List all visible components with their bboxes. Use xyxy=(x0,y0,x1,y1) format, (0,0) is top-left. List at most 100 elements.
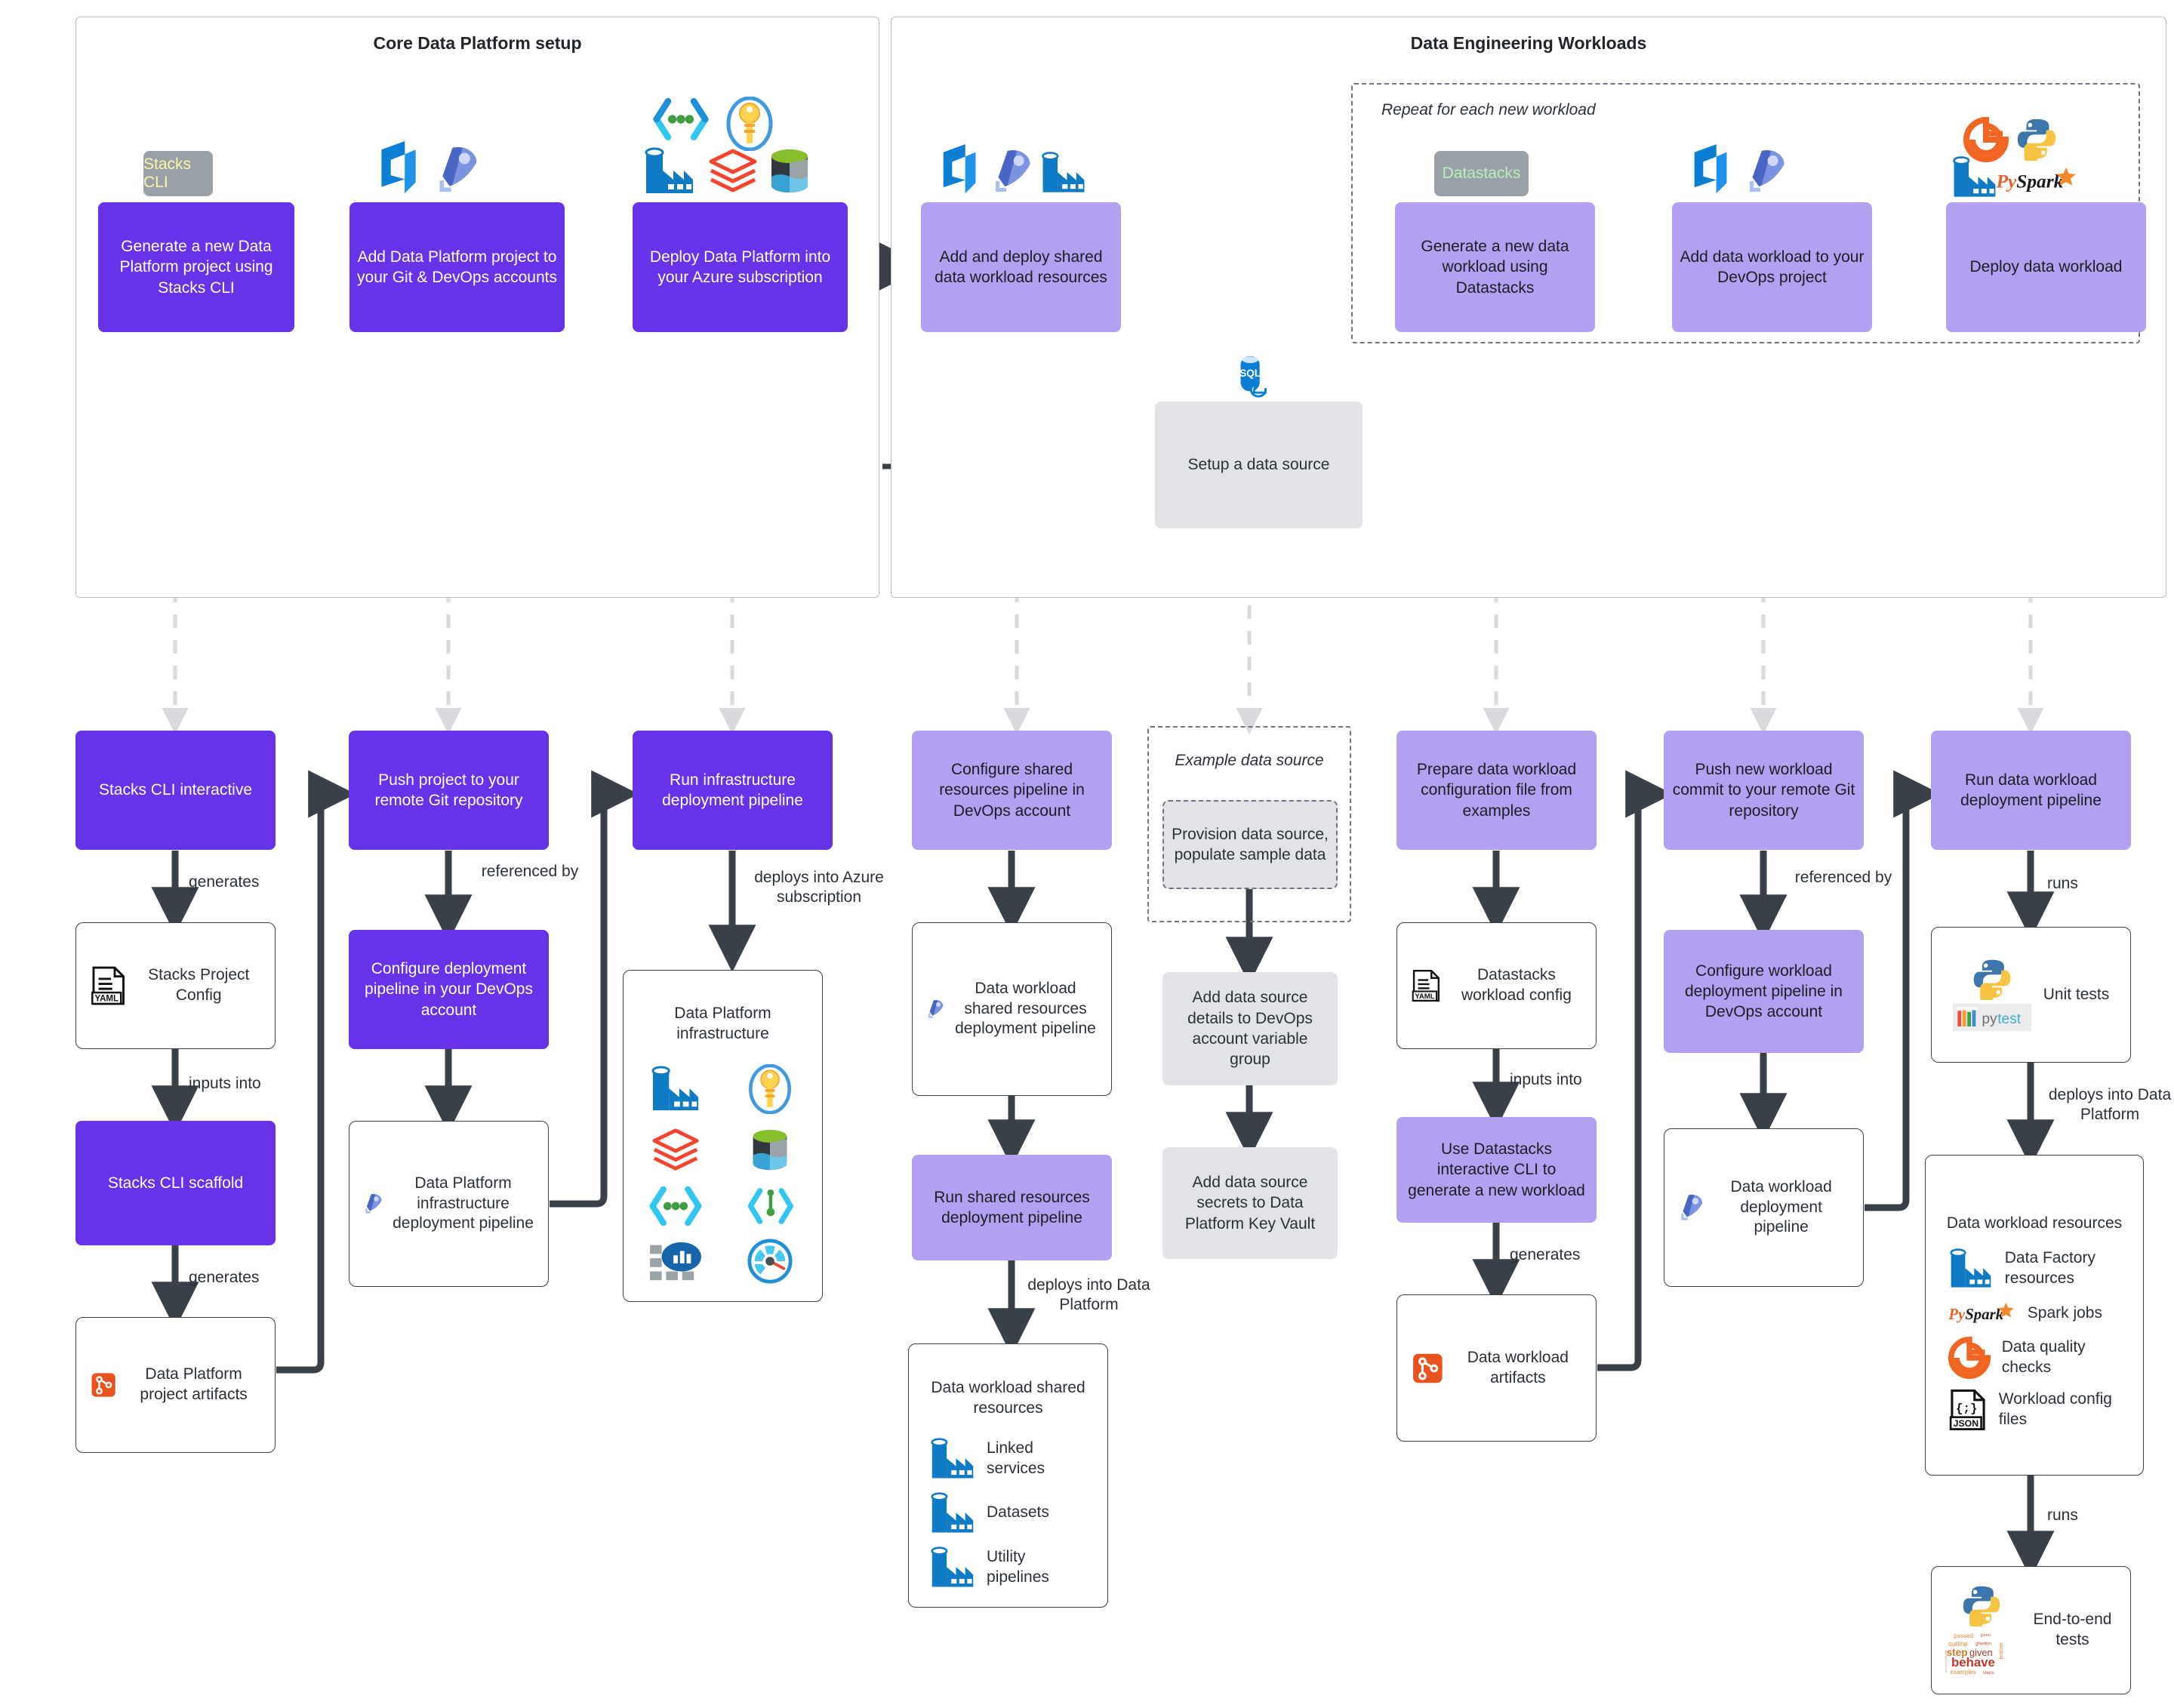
top-step-deploy-platform[interactable]: Deploy Data Platform into your Azure sub… xyxy=(633,202,848,332)
svg-text:SQL: SQL xyxy=(1239,368,1261,379)
synapse-icon xyxy=(649,1186,702,1226)
top-step-add-workload[interactable]: Add data workload to your DevOps project xyxy=(1672,202,1872,332)
icons-above-add-to-git xyxy=(374,136,517,196)
top-step-shared-resources[interactable]: Add and deploy shared data workload reso… xyxy=(921,202,1121,332)
top-step-deploy-workload[interactable]: Deploy data workload xyxy=(1946,202,2146,332)
c2-artifact-label: Data Platform infrastructure deployment … xyxy=(393,1174,534,1233)
c1-step-stacks-cli-scaffold[interactable]: Stacks CLI scaffold xyxy=(75,1121,276,1245)
c4-artifact-shared-pipeline: Data workload shared resources deploymen… xyxy=(912,922,1112,1096)
svg-text:PySpark: PySpark xyxy=(1948,1305,2004,1323)
list-item: Linked services xyxy=(929,1437,1087,1481)
c4-step-run-shared-pipeline[interactable]: Run shared resources deployment pipeline xyxy=(912,1155,1112,1260)
c2-edge-referenced-by: referenced by xyxy=(481,863,579,880)
devops-pipelines-icon xyxy=(996,149,1030,192)
data-factory-icon xyxy=(1953,156,1996,197)
c7-step-configure-workload-pipeline[interactable]: Configure workload deployment pipeline i… xyxy=(1664,930,1864,1053)
c4-step-configure-shared-pipeline[interactable]: Configure shared resources pipeline in D… xyxy=(912,731,1112,850)
svg-text:YAML: YAML xyxy=(1415,992,1434,1001)
c1-step-stacks-cli-interactive[interactable]: Stacks CLI interactive xyxy=(75,731,276,850)
data-factory-icon xyxy=(1950,1248,1991,1288)
workloads-panel-title: Data Engineering Workloads xyxy=(1410,33,1647,53)
c3-artifact-title: Data Platform infrastructure xyxy=(674,1005,771,1042)
c1-edge-generates-1: generates xyxy=(189,873,260,891)
list-item: Data Factory resources xyxy=(1948,1248,2121,1290)
yaml-file-icon: YAML xyxy=(91,966,125,1005)
data-factory-icon xyxy=(931,1492,974,1533)
top-step-generate-workload[interactable]: Generate a new data workload using Datas… xyxy=(1395,202,1595,332)
c1-artifact2-label: Data Platform project artifacts xyxy=(140,1365,248,1403)
pytest-icon: py test xyxy=(1952,1003,2031,1032)
c4-artifact-label: Data workload shared resources deploymen… xyxy=(955,979,1096,1038)
setup-data-source-node[interactable]: Setup a data source xyxy=(1155,402,1363,528)
repeat-workload-label: Repeat for each new workload xyxy=(1381,101,1596,118)
synapse-icon xyxy=(653,98,709,140)
c6-artifact-label: Datastacks workload config xyxy=(1461,966,1572,1004)
c8-artifact-workload-resources: Data workload resources Data Factory res… xyxy=(1925,1155,2144,1476)
list-item: Utility pipelines xyxy=(929,1546,1087,1590)
pyspark-icon: PySpark xyxy=(1948,1302,2014,1323)
devops-artifacts-icon xyxy=(1413,1353,1443,1383)
c8-edge-deploys-platform: deploys into Data Platform xyxy=(2048,1086,2172,1124)
stacks-cli-badge: Stacks CLI xyxy=(143,151,213,196)
list-item: Data quality checks xyxy=(1948,1336,2121,1379)
c7-step-push-workload-commit[interactable]: Push new workload commit to your remote … xyxy=(1664,731,1864,850)
c7-artifact-workload-pipeline: Data workload deployment pipeline xyxy=(1664,1128,1864,1287)
yaml-file-icon: YAML xyxy=(1412,970,1440,1002)
c8-step-run-workload-pipeline[interactable]: Run data workload deployment pipeline xyxy=(1931,731,2131,850)
datastacks-badge: Datastacks xyxy=(1434,151,1529,196)
icons-above-deploy-platform xyxy=(643,97,839,198)
list-item-label: Linked services xyxy=(987,1439,1045,1477)
c2-step-configure-deployment-pipeline[interactable]: Configure deployment pipeline in your De… xyxy=(349,930,549,1049)
devops-pipelines-icon xyxy=(1750,149,1784,192)
c4-edge-deploys-platform: deploys into Data Platform xyxy=(1027,1276,1150,1314)
c1-artifact-stacks-project-config: YAML Stacks Project Config xyxy=(75,922,276,1049)
c6-step-prepare-config[interactable]: Prepare data workload configuration file… xyxy=(1396,731,1597,850)
list-item: Datasets xyxy=(929,1491,1087,1535)
behave-icon: passed given outline gherkin step given … xyxy=(1945,1633,2004,1676)
svg-text:behave: behave xyxy=(1951,1655,1995,1670)
devops-repos-icon xyxy=(747,1187,793,1224)
python-icon xyxy=(1963,1586,2000,1626)
core-platform-panel-title: Core Data Platform setup xyxy=(373,33,582,53)
key-vault-icon xyxy=(726,97,773,151)
c3-artifact-platform-infrastructure: Data Platform infrastructure xyxy=(623,970,823,1302)
c3-step-run-infra-pipeline[interactable]: Run infrastructure deployment pipeline xyxy=(633,731,833,850)
log-analytics-icon xyxy=(650,1242,702,1281)
c2-step-push-project[interactable]: Push project to your remote Git reposito… xyxy=(349,731,549,850)
c4-artifact2-title: Data workload shared resources xyxy=(931,1379,1085,1417)
c5-step-add-source-details[interactable]: Add data source details to DevOps accoun… xyxy=(1162,972,1338,1085)
c1-edge-generates-2: generates xyxy=(189,1269,260,1286)
c1-artifact-label: Stacks Project Config xyxy=(148,966,250,1004)
c6-step-use-datastacks-cli[interactable]: Use Datastacks interactive CLI to genera… xyxy=(1396,1117,1597,1223)
top-step-add-to-git[interactable]: Add Data Platform project to your Git & … xyxy=(350,202,565,332)
icons-above-deploy-workload: PySpark xyxy=(1951,117,2102,200)
c6-artifact2-label: Data workload artifacts xyxy=(1467,1348,1569,1386)
devops-repos-icon xyxy=(381,141,416,193)
list-item: PySpark Spark jobs xyxy=(1948,1299,2121,1328)
c8-edge-runs-1: runs xyxy=(2047,875,2078,892)
pyspark-icon: PySpark xyxy=(1995,167,2076,192)
top-step-generate-project[interactable]: Generate a new Data Platform project usi… xyxy=(98,202,294,332)
c3-edge-deploys-azure: deploys into Azure subscription xyxy=(754,869,884,906)
great-expectations-icon xyxy=(1948,1336,1991,1379)
list-item-label: Data quality checks xyxy=(2001,1338,2086,1376)
example-data-source-label: Example data source xyxy=(1175,752,1324,769)
c5-step-add-source-secrets[interactable]: Add data source secrets to Data Platform… xyxy=(1162,1147,1338,1259)
c6-artifact-datastacks-config: YAML Datastacks workload config xyxy=(1396,922,1597,1049)
svg-text:YAML: YAML xyxy=(94,995,119,1004)
svg-text:test: test xyxy=(1997,1011,2022,1027)
icons-above-add-workload xyxy=(1687,136,1815,196)
c5-step-provision-data-source[interactable]: Provision data source, populate sample d… xyxy=(1162,800,1338,889)
list-item-label: Datasets xyxy=(987,1503,1049,1522)
devops-pipelines-icon xyxy=(928,1000,944,1018)
svg-text:examples: examples xyxy=(1950,1669,1975,1676)
c6-artifact-workload-artifacts: Data workload artifacts xyxy=(1396,1294,1597,1442)
python-icon xyxy=(2017,118,2056,161)
application-insights-icon xyxy=(747,1239,793,1284)
c8-artifact3-label: End-to-end tests xyxy=(2033,1611,2112,1648)
list-item-label: Spark jobs xyxy=(2027,1303,2102,1322)
list-item: {;} JSON Workload config files xyxy=(1948,1388,2121,1432)
c6-edge-generates: generates xyxy=(1510,1246,1581,1263)
data-lake-icon xyxy=(771,149,808,192)
devops-artifacts-icon xyxy=(91,1373,115,1397)
